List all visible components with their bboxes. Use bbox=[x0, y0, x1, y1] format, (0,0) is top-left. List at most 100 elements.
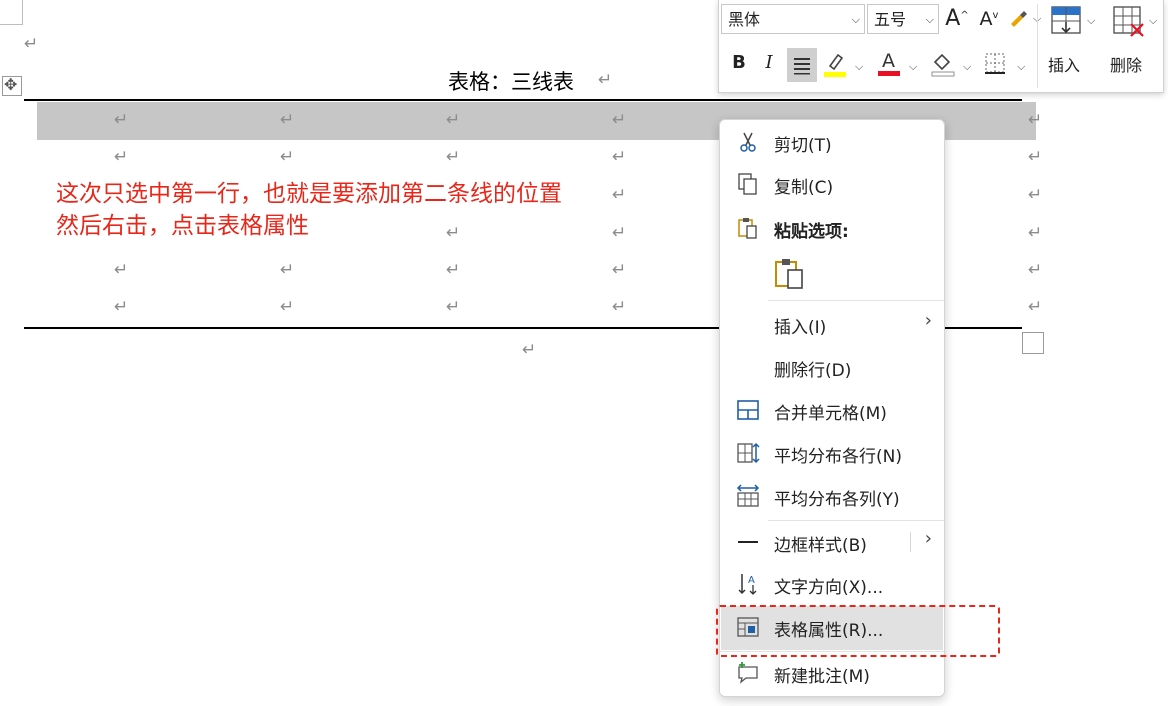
cell-paragraph-mark: ↵ bbox=[114, 110, 129, 130]
borders-icon bbox=[985, 53, 1005, 74]
bold-button[interactable]: B bbox=[725, 52, 753, 73]
menu-label-paste-options: 粘贴选项: bbox=[774, 222, 849, 242]
cell-paragraph-mark: ↵ bbox=[280, 147, 295, 167]
highlighter-icon bbox=[824, 53, 846, 77]
svg-text:A: A bbox=[882, 50, 895, 72]
menu-label-cut: 剪切(T) bbox=[774, 136, 832, 156]
chevron-down-icon: ⌵ bbox=[851, 13, 860, 26]
table-top-rule bbox=[24, 99, 1022, 101]
cell-paragraph-mark: ↵ bbox=[612, 147, 627, 167]
font-color-icon: A bbox=[878, 50, 900, 76]
shading-button[interactable] bbox=[929, 50, 957, 83]
paragraph-mark: ↵ bbox=[522, 340, 537, 360]
format-painter-button[interactable] bbox=[1005, 6, 1033, 35]
mini-toolbar: 黑体 ⌵ 五号 ⌵ A^ Av ⌵ B I ⌵ A bbox=[718, 0, 1164, 93]
italic-button[interactable]: I bbox=[755, 52, 783, 73]
chevron-down-icon: ⌵ bbox=[909, 60, 918, 73]
paste-icon bbox=[738, 218, 757, 239]
chevron-down-icon: ⌵ bbox=[1017, 60, 1026, 73]
menu-label-text-direction: 文字方向(X)... bbox=[774, 578, 884, 598]
move-icon: ✥ bbox=[4, 75, 18, 94]
menu-item-distribute-rows[interactable]: 平均分布各行(N) bbox=[720, 433, 944, 473]
font-name-select[interactable]: 黑体 ⌵ bbox=[721, 4, 865, 34]
cell-paragraph-mark: ↵ bbox=[446, 260, 461, 280]
menu-item-copy[interactable]: 复制(C) bbox=[720, 164, 944, 204]
menu-label-insert: 插入(I) bbox=[774, 318, 827, 338]
new-comment-icon bbox=[738, 662, 758, 684]
annotation-line-2: 然后右击，点击表格属性 bbox=[56, 213, 309, 239]
menu-item-delete-row[interactable]: 删除行(D) bbox=[720, 347, 944, 387]
highlight-color-swatch bbox=[824, 72, 846, 77]
cell-paragraph-mark: ↵ bbox=[280, 260, 295, 280]
grow-font-icon: A bbox=[945, 6, 961, 31]
table-resize-handle[interactable] bbox=[1022, 332, 1044, 354]
menu-label-distribute-rows: 平均分布各行(N) bbox=[774, 447, 902, 467]
table-move-handle[interactable]: ✥ bbox=[2, 75, 22, 96]
table-title: 表格：三线表 bbox=[448, 70, 574, 94]
annotation-line-1: 这次只选中第一行，也就是要添加第二条线的位置 bbox=[56, 181, 562, 207]
cell-paragraph-mark: ↵ bbox=[114, 297, 129, 317]
menu-item-new-comment[interactable]: 新建批注(M) bbox=[720, 653, 944, 693]
highlight-button[interactable] bbox=[821, 50, 849, 83]
insert-table-button[interactable] bbox=[1047, 4, 1085, 43]
cell-paragraph-mark: ↵ bbox=[612, 297, 627, 317]
menu-item-border-styles[interactable]: 边框样式(B) › bbox=[720, 522, 944, 562]
delete-table-button[interactable] bbox=[1109, 4, 1147, 43]
annotation-highlight-box bbox=[716, 605, 1000, 657]
page-corner-mark bbox=[0, 0, 23, 25]
menu-label-merge-cells: 合并单元格(M) bbox=[774, 404, 887, 424]
cell-paragraph-mark: ↵ bbox=[446, 110, 461, 130]
shrink-font-icon: A bbox=[979, 8, 993, 30]
menu-label-new-comment: 新建批注(M) bbox=[774, 667, 870, 687]
menu-separator bbox=[768, 300, 944, 301]
cell-paragraph-mark: ↵ bbox=[1028, 185, 1043, 205]
chevron-down-icon: ⌵ bbox=[855, 60, 864, 73]
cell-paragraph-mark: ↵ bbox=[114, 147, 129, 167]
paste-keep-source-icon bbox=[775, 259, 803, 289]
scissors-icon bbox=[740, 132, 756, 152]
copy-icon bbox=[738, 173, 757, 195]
cell-paragraph-mark: ↵ bbox=[612, 110, 627, 130]
cell-paragraph-mark: ↵ bbox=[446, 147, 461, 167]
format-painter-icon bbox=[1011, 11, 1027, 27]
cell-paragraph-mark: ↵ bbox=[612, 185, 627, 205]
chevron-down-icon: ⌵ bbox=[1149, 14, 1158, 27]
font-size-select[interactable]: 五号 ⌵ bbox=[867, 4, 939, 34]
chevron-right-icon: › bbox=[924, 528, 932, 549]
menu-item-merge-cells[interactable]: 合并单元格(M) bbox=[720, 390, 944, 430]
menu-item-text-direction[interactable]: A 文字方向(X)... bbox=[720, 564, 944, 604]
svg-text:A: A bbox=[748, 575, 755, 586]
text-direction-icon: A bbox=[738, 574, 757, 595]
font-color-swatch bbox=[878, 71, 900, 76]
split-divider bbox=[910, 532, 911, 552]
border-style-icon bbox=[738, 541, 758, 543]
menu-label-distribute-columns: 平均分布各列(Y) bbox=[774, 490, 900, 510]
menu-label-copy: 复制(C) bbox=[774, 178, 834, 198]
menu-item-insert[interactable]: 插入(I) › bbox=[720, 304, 944, 344]
toolbar-divider bbox=[1037, 4, 1038, 88]
cell-paragraph-mark: ↵ bbox=[1028, 260, 1043, 280]
merge-cells-icon bbox=[737, 400, 759, 420]
grow-font-button[interactable]: A^ bbox=[943, 6, 971, 31]
distribute-rows-icon bbox=[737, 442, 760, 464]
delete-table-icon bbox=[1113, 6, 1144, 37]
cell-paragraph-mark: ↵ bbox=[612, 260, 627, 280]
cell-paragraph-mark: ↵ bbox=[1028, 223, 1043, 243]
cell-paragraph-mark: ↵ bbox=[446, 297, 461, 317]
borders-button[interactable] bbox=[981, 50, 1009, 83]
menu-item-distribute-columns[interactable]: 平均分布各列(Y) bbox=[720, 476, 944, 516]
delete-label: 删除 bbox=[1110, 56, 1143, 75]
menu-item-paste-options: 粘贴选项: bbox=[720, 208, 944, 248]
instruction-annotation: 这次只选中第一行，也就是要添加第二条线的位置 然后右击，点击表格属性 bbox=[56, 178, 562, 242]
chevron-down-icon: ⌵ bbox=[963, 60, 972, 73]
menu-item-cut[interactable]: 剪切(T) bbox=[720, 122, 944, 162]
align-center-button[interactable] bbox=[787, 48, 817, 82]
font-name-value: 黑体 bbox=[728, 10, 761, 29]
cell-paragraph-mark: ↵ bbox=[114, 260, 129, 280]
font-color-button[interactable]: A bbox=[875, 48, 903, 83]
cell-paragraph-mark: ↵ bbox=[1028, 110, 1043, 130]
cell-paragraph-mark: ↵ bbox=[1028, 297, 1043, 317]
shrink-font-button[interactable]: Av bbox=[975, 8, 1003, 30]
menu-label-border-styles: 边框样式(B) bbox=[774, 536, 867, 556]
paste-keep-source-button[interactable] bbox=[772, 256, 812, 296]
